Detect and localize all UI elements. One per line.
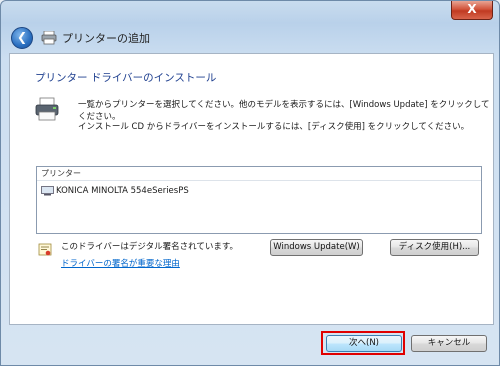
printer-illustration-icon xyxy=(35,97,59,121)
signature-info-link[interactable]: ドライバーの署名が重要な理由 xyxy=(61,257,180,269)
content-panel: プリンター ドライバーのインストール 一覧からプリンターを選択してください。他の… xyxy=(9,53,494,325)
list-column-header: プリンター xyxy=(37,167,481,181)
description-line-2: インストール CD からドライバーをインストールするには、[ディスク使用] をク… xyxy=(78,122,470,132)
back-arrow-icon[interactable]: ❮ xyxy=(11,27,33,49)
have-disk-button[interactable]: ディスク使用(H)... xyxy=(390,239,479,256)
section-title: プリンター ドライバーのインストール xyxy=(35,72,217,84)
list-item-label: KONICA MINOLTA 554eSeriesPS xyxy=(56,186,189,196)
add-printer-window: X ❮ プリンターの追加 プリンター ドライバーのインストール 一覧からプリンタ… xyxy=(0,0,500,366)
list-item[interactable]: KONICA MINOLTA 554eSeriesPS xyxy=(41,184,189,198)
window-title: プリンターの追加 xyxy=(62,32,150,45)
printer-icon xyxy=(41,31,57,45)
description-line-1: 一覧からプリンターを選択してください。他のモデルを表示するには、[Windows… xyxy=(78,100,490,122)
printer-list[interactable]: プリンター KONICA MINOLTA 554eSeriesPS xyxy=(36,166,482,234)
close-button[interactable]: X xyxy=(451,1,493,20)
windows-update-button[interactable]: Windows Update(W) xyxy=(270,239,363,256)
next-button[interactable]: 次へ(N) xyxy=(326,335,402,352)
header-bar: ❮ プリンターの追加 xyxy=(7,23,493,53)
printer-driver-icon xyxy=(41,186,54,196)
digital-signature-icon xyxy=(38,243,52,256)
cancel-button[interactable]: キャンセル xyxy=(411,335,487,352)
signature-status-text: このドライバーはデジタル署名されています。 xyxy=(61,242,239,252)
